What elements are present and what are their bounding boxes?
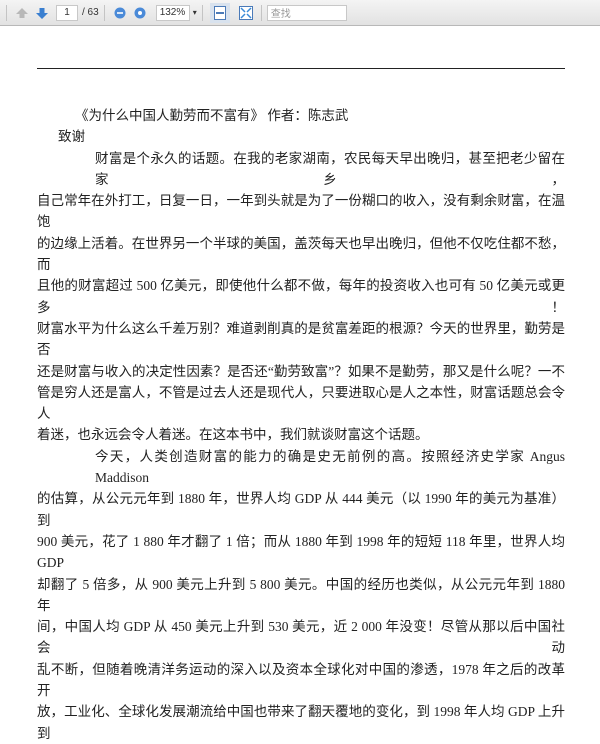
pdf-toolbar: 1 / 63 132% ▾ 查找 [0,0,600,26]
zoom-in-icon[interactable] [132,5,148,21]
arrow-up-icon[interactable] [14,5,30,21]
text-line: 的估算，从公元元年到 1880 年，世界人均 GDP 从 444 美元（以 19… [37,491,565,528]
text-line: 间，中国人均 GDP 从 450 美元上升到 530 美元，近 2 000 年没… [37,619,565,656]
divider [260,4,262,21]
text-line: 且他的财富超过 500 亿美元，即使他什么都不做，每年的投资收入也可有 50 亿… [37,278,565,315]
text-line: 的边缘上活着。在世界另一个半球的美国，盖茨每天也早出晚归，但他不仅吃住都不愁，而 [37,235,565,273]
document-title: 《为什么中国人勤劳而不富有》 作者：陈志武 [75,108,349,123]
page-total: / 63 [82,7,99,18]
arrow-down-icon[interactable] [34,5,50,21]
search-placeholder: 查找 [270,9,291,20]
section-heading: 致谢 [58,129,85,145]
document-body: 《为什么中国人勤劳而不富有》 作者：陈志武 致谢 财富是个永久的话题。在我的老家… [37,105,565,744]
text-line: 放，工业化、全球化发展潮流给中国也带来了翻天覆地的变化，到 1998 年人均 G… [37,704,565,741]
text-line: 却翻了 5 倍多，从 900 美元上升到 5 800 美元。中国的经历也类似，从… [37,576,565,613]
search-input[interactable]: 查找 [266,4,347,21]
chevron-down-icon[interactable]: ▾ [193,8,197,17]
zoom-value: 132% [159,7,186,18]
header-rule [37,68,565,69]
divider [201,4,203,21]
fullscreen-icon[interactable] [238,5,254,21]
text-line: 自己常年在外打工，日复一日，一年到头就是为了一份糊口的收入，没有剩余财富，在温饱 [37,193,565,230]
text-line: 财富水平为什么这么千差万别？难道剥削真的是贫富差距的根源？今天的世界里，勤劳是否 [37,320,565,358]
text-line: 财富是个永久的话题。在我的老家湖南，农民每天早出晚归，甚至把老少留在家乡， [95,150,565,187]
text-line: 乱不断，但随着晚清洋务运动的深入以及资本全球化对中国的渗透，1978 年之后的改… [37,661,565,699]
text-line: 今天，人类创造财富的能力的确是史无前例的高。按照经济史学家 Angus Madd… [95,448,565,486]
text-line: 管是穷人还是富人，不管是过去人还是现代人，只要进取心是人之本性，财富话题总会令人 [37,384,565,422]
text-line: 900 美元，花了 1 880 年才翻了 1 倍；而从 1880 年到 1998… [37,533,565,571]
text-line: 着迷，也永远会令人着迷。在这本书中，我们就谈财富这个话题。 [37,427,429,443]
page-number-input[interactable]: 1 [56,4,78,21]
page-current: 1 [64,7,70,18]
text-line: 还是财富与收入的决定性因素？是否还“勤劳致富”？如果不是勤劳，那又是什么呢？一不 [37,363,565,379]
zoom-out-icon[interactable] [112,5,128,21]
zoom-select[interactable]: 132% [155,4,190,21]
divider [6,4,7,21]
divider [103,4,105,21]
fit-width-icon[interactable] [209,2,230,23]
